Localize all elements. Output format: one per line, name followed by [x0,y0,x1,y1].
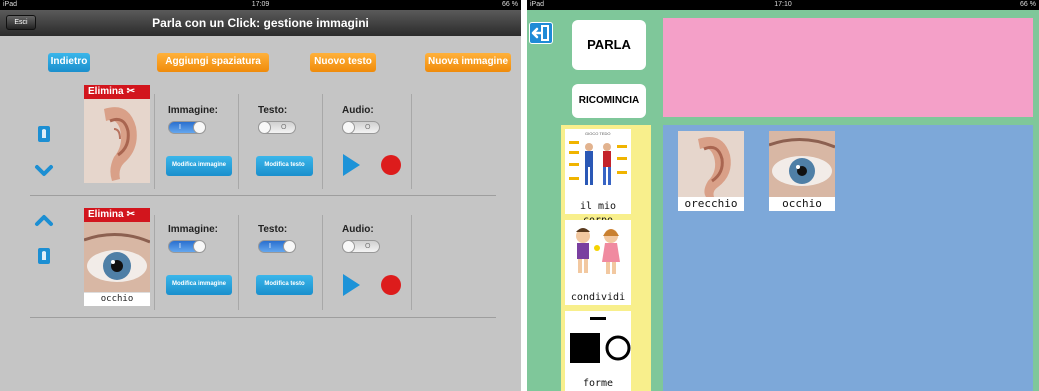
card-caption: forme [582,378,614,389]
toggle-knob [342,240,355,253]
edit-text-button[interactable]: Modifica testo [256,156,313,176]
clock: 17:09 [251,1,270,8]
card-header: GIOCO TEDO [585,131,610,136]
column-divider [322,94,323,189]
sharing-children-picture [565,220,631,290]
text-toggle[interactable]: O [258,121,296,134]
eye-picture [768,131,836,197]
audio-toggle[interactable]: O [342,121,380,134]
column-divider [238,94,239,189]
move-handle-icon[interactable] [38,248,50,264]
play-icon[interactable] [343,274,360,296]
record-icon[interactable] [381,275,401,295]
image-item-row: Elimina ✂ Immagine: I Modifica immagine T… [0,84,521,194]
category-palette: GIOCO TEDO il mio corpo [561,125,651,391]
delete-label: Elimina [88,209,124,220]
scissors-icon: ✂ [126,209,135,220]
delete-button[interactable]: Elimina ✂ [84,85,150,99]
column-divider [238,215,239,310]
shapes-picture [565,311,631,375]
status-bar: iPad 17:09 66 % [0,0,521,10]
ear-picture [84,99,150,183]
toggle-state: I [269,243,271,250]
toggle-state: I [179,243,181,250]
toggle-state: O [281,124,287,131]
category-card[interactable]: forme [565,311,631,391]
column-divider [154,94,155,189]
eye-picture [84,222,150,292]
card-caption: il mio corpo [579,201,617,226]
body-parts-picture: GIOCO TEDO [565,129,631,199]
toggle-state: O [365,243,371,250]
exit-door-icon[interactable] [529,22,553,44]
communication-board-screen: iPad 17:10 66 % PARLA RICOMINCIA GIOCO T… [527,0,1039,391]
column-divider [154,215,155,310]
toggle-knob [193,240,206,253]
row-divider [30,195,496,196]
text-label: Testo: [258,224,288,235]
toggle-knob [258,121,271,134]
image-toggle[interactable]: I [168,121,206,134]
image-management-screen: iPad 17:09 66 % Esci Parla con un Click:… [0,0,521,391]
delete-button[interactable]: Elimina ✂ [84,208,150,222]
text-label: Testo: [258,105,288,116]
column-divider [411,94,412,189]
add-space-button[interactable]: Aggiungi spaziatura [157,53,269,72]
ear-image-thumbnail [84,99,150,183]
card-caption: occhio [782,197,822,210]
toggle-state: I [179,124,181,131]
audio-label: Audio: [342,224,374,235]
row-divider [30,317,496,318]
speak-button[interactable]: PARLA [572,20,646,70]
image-item-row: Elimina ✂ occhio Immagine: I Modifica imm… [0,205,521,315]
restart-button[interactable]: RICOMINCIA [572,84,646,118]
page-title: Parla con un Click: gestione immagini [152,16,369,30]
audio-toggle[interactable]: O [342,240,380,253]
audio-label: Audio: [342,105,374,116]
card-caption: condividi [570,292,626,303]
edit-image-button[interactable]: Modifica immagine [166,156,232,176]
move-down-icon[interactable] [34,164,54,178]
sentence-strip[interactable] [663,18,1033,117]
toggle-state: O [365,124,371,131]
new-text-button[interactable]: Nuovo testo [310,53,376,72]
symbol-card[interactable]: orecchio [678,131,744,211]
scissors-icon: ✂ [126,86,135,97]
column-divider [411,215,412,310]
toggle-knob [342,121,355,134]
column-divider [322,215,323,310]
category-card[interactable]: condividi [565,220,631,305]
toggle-knob [193,121,206,134]
play-icon[interactable] [343,154,360,176]
exit-button[interactable]: Esci [6,15,36,30]
new-image-button[interactable]: Nuova immagine [425,53,511,72]
image-caption: occhio [84,293,150,306]
category-card[interactable]: GIOCO TEDO il mio corpo [565,129,631,226]
toggle-knob [283,240,296,253]
symbol-card[interactable]: occhio [768,131,836,211]
back-button[interactable]: Indietro [48,53,90,72]
move-handle-icon[interactable] [38,126,50,142]
image-label: Immagine: [168,105,219,116]
delete-label: Elimina [88,86,124,97]
clock: 17:10 [774,1,792,8]
edit-text-button[interactable]: Modifica testo [256,275,313,295]
record-icon[interactable] [381,155,401,175]
text-toggle[interactable]: I [258,240,296,253]
battery-level: 66 % [502,1,518,8]
card-caption: orecchio [684,197,738,210]
title-bar: Esci Parla con un Click: gestione immagi… [0,10,521,36]
move-up-icon[interactable] [34,213,54,227]
ear-picture [678,131,744,197]
status-bar: iPad 17:10 66 % [527,0,1039,10]
battery-level: 66 % [1020,1,1036,8]
symbol-board[interactable]: orecchio occhio [663,125,1033,391]
image-label: Immagine: [168,224,219,235]
eye-image-thumbnail: occhio [84,222,150,306]
image-toggle[interactable]: I [168,240,206,253]
edit-image-button[interactable]: Modifica immagine [166,275,232,295]
